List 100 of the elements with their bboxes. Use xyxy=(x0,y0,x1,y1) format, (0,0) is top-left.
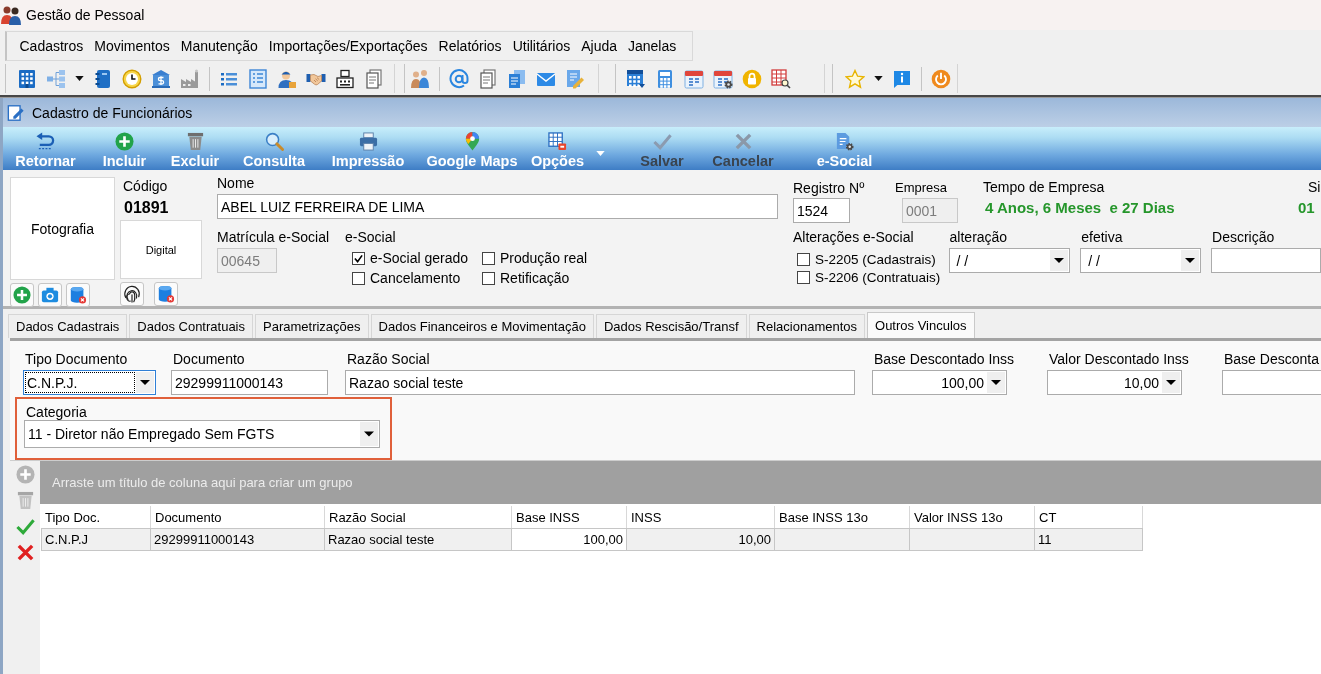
tab[interactable]: Dados Contratuais xyxy=(129,314,253,338)
menu-item[interactable]: Relatórios xyxy=(433,35,508,57)
building-icon[interactable] xyxy=(16,68,37,89)
date-dropdown[interactable]: / / xyxy=(1080,248,1202,273)
amount-dropdown[interactable]: 100,00 xyxy=(872,370,1007,395)
at-sign-icon[interactable] xyxy=(448,68,469,89)
power-icon[interactable] xyxy=(930,68,951,89)
edit-document-icon[interactable] xyxy=(564,68,585,89)
checkbox[interactable] xyxy=(797,270,810,284)
checkbox[interactable] xyxy=(482,271,495,285)
tab[interactable]: Dados Financeiros e Movimentação xyxy=(370,314,594,338)
checkbox-label: S-2206 (Contratuais) xyxy=(815,269,941,285)
factory-icon[interactable] xyxy=(179,68,200,89)
field-label: Si xyxy=(1308,178,1321,197)
tab[interactable]: Outros Vinculos xyxy=(867,312,975,338)
remove-fingerprint-button[interactable] xyxy=(154,282,178,306)
field-label: Descrição xyxy=(1212,228,1275,247)
name-field[interactable]: ABEL LUIZ FERREIRA DE LIMA xyxy=(217,194,778,219)
checkbox[interactable] xyxy=(352,251,365,265)
calendar-icon[interactable] xyxy=(625,68,646,89)
add-photo-button[interactable] xyxy=(10,283,34,307)
table-icon xyxy=(548,132,567,151)
cross-icon[interactable] xyxy=(15,543,35,562)
table-search-icon[interactable] xyxy=(770,68,791,89)
caret-icon[interactable] xyxy=(1162,372,1180,393)
checkmark-icon[interactable] xyxy=(15,517,35,536)
checkbox[interactable] xyxy=(797,252,810,266)
cash-register-icon[interactable] xyxy=(334,68,355,89)
tab[interactable]: Relacionamentos xyxy=(748,314,866,338)
registration-number-field[interactable]: 1524 xyxy=(793,198,850,223)
copy-icon[interactable] xyxy=(506,68,527,89)
return-arrow-icon xyxy=(36,132,55,151)
field-label: Documento xyxy=(173,350,245,369)
amount-dropdown[interactable]: 10,00 xyxy=(1047,370,1182,395)
menu-item[interactable]: Movimentos xyxy=(88,35,176,57)
menu-item[interactable]: Ajuda xyxy=(575,35,623,57)
text-field[interactable]: 29299911000143 xyxy=(171,370,328,395)
form-icon[interactable] xyxy=(247,68,268,89)
tab[interactable]: Parametrizações xyxy=(255,314,369,338)
app-title: Gestão de Pessoal xyxy=(26,7,145,23)
field-label: Tipo Documento xyxy=(25,350,128,369)
employee-code: 01891 xyxy=(123,198,169,218)
checkbox-label: Retificação xyxy=(500,270,570,286)
text-field[interactable]: Razao social teste xyxy=(345,370,855,395)
caret-icon[interactable] xyxy=(74,76,84,81)
fingerprint-button[interactable] xyxy=(120,282,144,306)
caret-icon[interactable] xyxy=(136,372,154,393)
caret-icon[interactable] xyxy=(873,76,883,81)
tab[interactable]: Dados Cadastrais xyxy=(8,314,128,338)
search-icon xyxy=(264,132,284,151)
checkbox-label: S-2205 (Cadastrais) xyxy=(815,251,936,267)
plus-icon xyxy=(13,286,31,304)
window-title: Cadastro de Funcionários xyxy=(32,104,193,121)
bank-icon[interactable] xyxy=(150,68,171,89)
date-dropdown[interactable]: / / xyxy=(948,248,1070,273)
star-icon[interactable] xyxy=(844,68,865,89)
cross-icon xyxy=(733,132,753,151)
description-field[interactable] xyxy=(1211,248,1321,273)
menu-item[interactable]: Cadastros xyxy=(14,35,89,57)
fingerprint-icon xyxy=(123,285,141,303)
plus-icon xyxy=(115,132,134,151)
checkbox[interactable] xyxy=(482,251,495,265)
table-cell: 100,00 xyxy=(512,528,627,551)
table-cell: 10,00 xyxy=(627,528,775,551)
table-cell: 29299911000143 xyxy=(151,528,325,551)
group-by-panel: Arraste um título de coluna aqui para criar um grupo xyxy=(40,461,1321,504)
calendar-icon[interactable] xyxy=(683,68,704,89)
checkbox-label: e-Social gerado xyxy=(370,250,469,266)
field-label: Base Descontado Inss xyxy=(874,350,1015,369)
field-label: Valor Descontado Inss xyxy=(1049,350,1189,369)
field-label: Razão Social xyxy=(347,350,430,369)
camera-button[interactable] xyxy=(38,283,62,307)
menu-item[interactable]: Utilitários xyxy=(507,35,576,57)
caret-icon[interactable] xyxy=(360,422,378,446)
text-field[interactable] xyxy=(1222,370,1321,395)
menu-item[interactable]: Importações/Exportações xyxy=(263,35,434,57)
clock-icon[interactable] xyxy=(121,68,142,89)
tab[interactable]: Dados Rescisão/Transf xyxy=(595,314,747,338)
field-label: Categoria xyxy=(26,405,87,420)
category-dropdown[interactable]: 11 - Diretor não Empregado Sem FGTS xyxy=(24,420,380,448)
calendar-gear-icon[interactable] xyxy=(712,68,733,89)
menu-item[interactable]: Janelas xyxy=(622,35,682,57)
field-value: 01 xyxy=(1298,198,1315,218)
field-label: Registro Nº xyxy=(793,179,865,198)
table-cell: Razao social teste xyxy=(325,528,512,551)
field-label: alteração xyxy=(949,228,1008,247)
document-type-dropdown[interactable]: C.N.P.J. xyxy=(23,370,156,395)
caret-icon[interactable] xyxy=(987,372,1005,393)
caret-icon[interactable] xyxy=(1181,250,1200,271)
document-icon[interactable] xyxy=(363,68,384,89)
photo-frame: Fotografia xyxy=(10,177,115,280)
menu-item[interactable]: Manutenção xyxy=(175,35,264,57)
info-icon[interactable] xyxy=(891,68,912,89)
field-label: e-Social xyxy=(345,228,396,247)
remove-photo-button[interactable] xyxy=(66,283,90,307)
checkbox[interactable] xyxy=(352,271,365,285)
people-icon[interactable] xyxy=(409,68,430,89)
document-icon[interactable] xyxy=(477,68,498,89)
caret-icon[interactable] xyxy=(1049,250,1068,271)
checkmark-icon xyxy=(354,253,363,263)
